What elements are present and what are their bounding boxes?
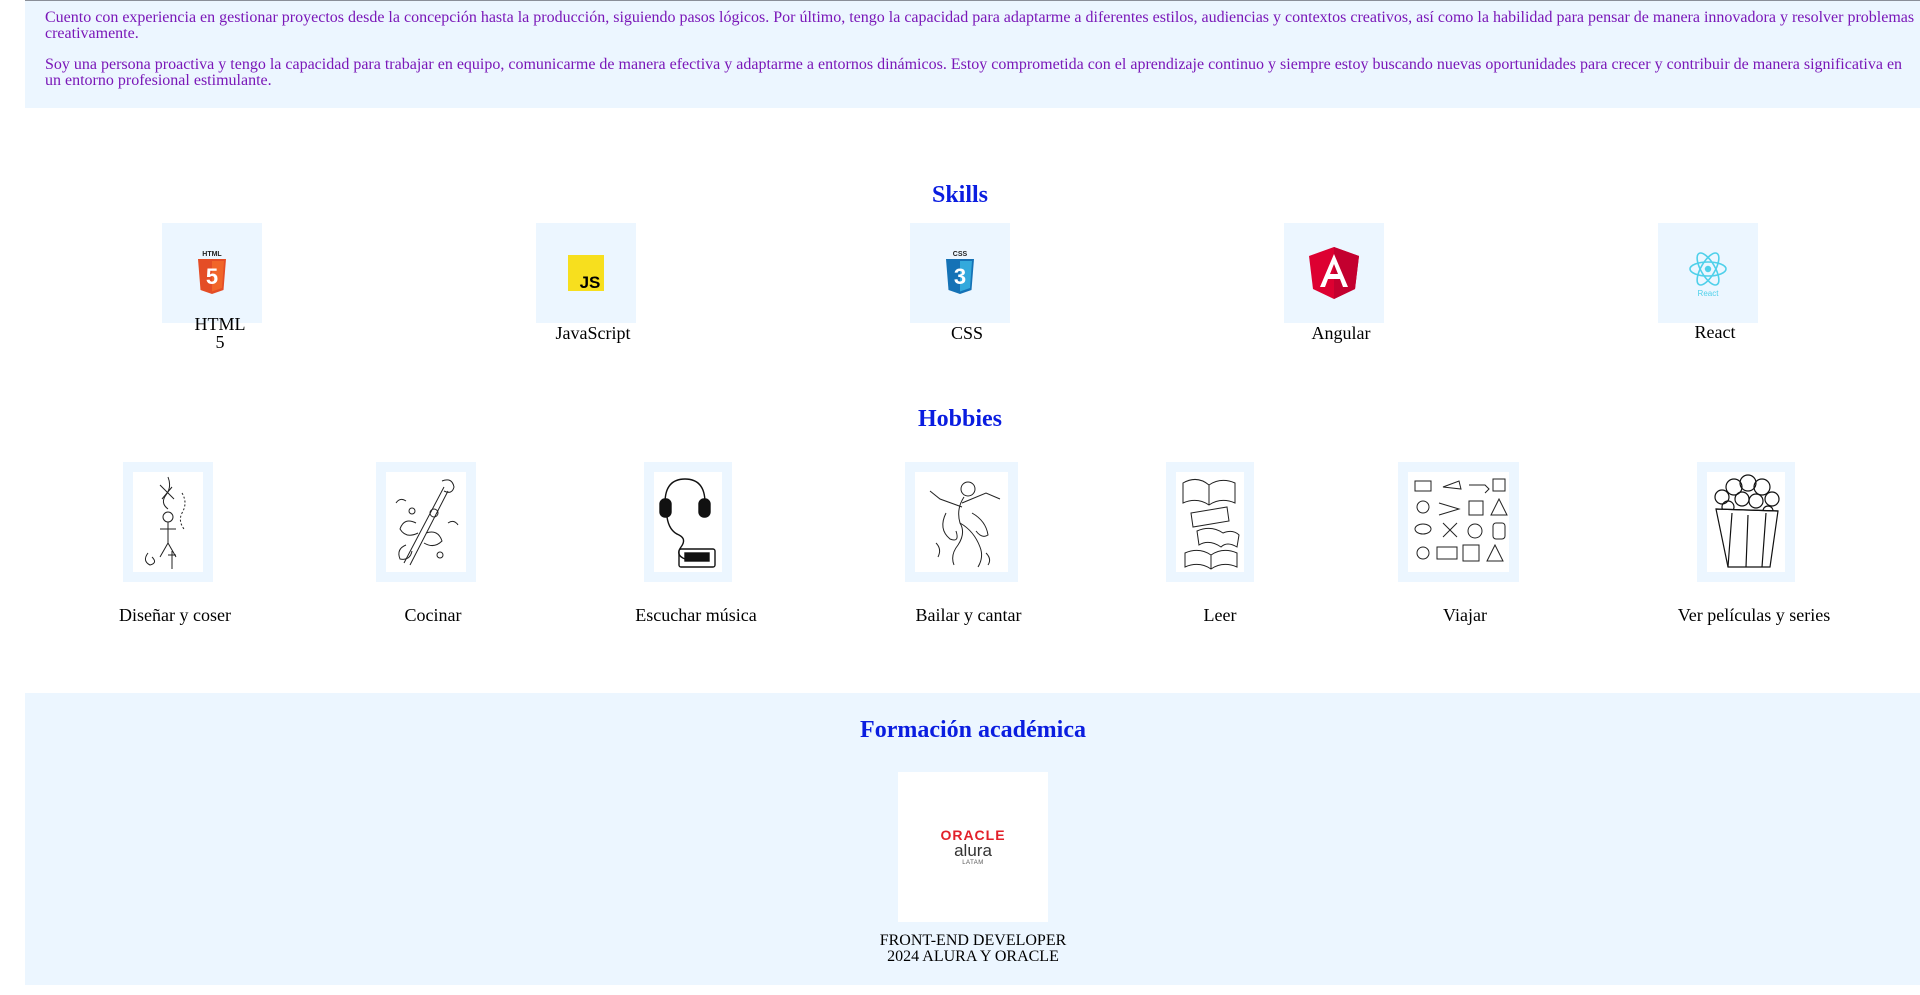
hobby-image-movies	[1697, 462, 1795, 582]
skill-label-angular: Angular	[1311, 323, 1371, 343]
formacion-section: Formación académica ORACLE alura LATAM F…	[25, 693, 1920, 985]
about-paragraph-2: Soy una persona proactiva y tengo la cap…	[45, 56, 1903, 89]
skill-css-logo: CSS 3	[910, 223, 1010, 323]
alura-logo-text: alura	[954, 840, 992, 860]
skill-html-logo: HTML 5	[162, 223, 262, 323]
hobby-image-dance	[905, 462, 1018, 582]
hobby-image-cooking	[376, 462, 476, 582]
popcorn-sketch-icon	[1714, 474, 1780, 568]
css-logo-text: CSS	[953, 251, 968, 258]
hobby-label-travel: Viajar	[1443, 605, 1487, 625]
hobby-image-travel	[1398, 462, 1519, 582]
hobby-label-movies: Ver películas y series	[1677, 605, 1831, 625]
hobby-label-sewing: Diseñar y coser	[119, 605, 231, 625]
cooking-sketch-icon	[395, 479, 459, 566]
react-icon: React	[1689, 252, 1727, 298]
html-logo-text: HTML	[202, 251, 222, 258]
hobby-label-music: Escuchar música	[635, 605, 757, 625]
hobby-image-reading	[1166, 462, 1254, 582]
latam-logo-text: LATAM	[962, 859, 984, 866]
skill-angular-logo	[1284, 223, 1384, 323]
formacion-title: Formación académica	[860, 717, 1086, 743]
hobby-image-sewing	[123, 462, 213, 582]
angular-icon	[1309, 247, 1359, 299]
hobby-label-cooking: Cocinar	[404, 605, 462, 625]
skill-react-logo: React	[1658, 223, 1758, 323]
react-logo-text: React	[1698, 289, 1720, 298]
skills-title: Skills	[931, 182, 989, 208]
about-section: Cuento con experiencia en gestionar proy…	[25, 0, 1920, 108]
oracle-logo-text: ORACLE	[940, 826, 1006, 843]
hobby-label-dance: Bailar y cantar	[915, 605, 1022, 625]
skill-label-react: React	[1694, 322, 1736, 342]
hobbies-title: Hobbies	[917, 406, 1003, 432]
skill-label-html: HTML 5	[194, 314, 246, 352]
books-sketch-icon	[1182, 479, 1240, 570]
skill-label-css: CSS	[950, 323, 984, 343]
certificate-subtitle: 2024 ALURA Y ORACLE	[887, 948, 1059, 965]
skill-javascript-logo: JS	[536, 223, 636, 323]
travel-sketch-icon	[1414, 478, 1508, 562]
hobby-image-music	[644, 462, 732, 582]
certificate-title: FRONT-END DEVELOPER	[879, 932, 1067, 949]
headphones-sketch-icon	[659, 478, 716, 568]
html5-icon: HTML 5	[198, 251, 226, 294]
sewing-sketch-icon	[144, 476, 186, 569]
about-paragraph-1: Cuento con experiencia en gestionar proy…	[45, 9, 1915, 42]
javascript-icon: JS	[568, 255, 604, 291]
svg-text:3: 3	[954, 264, 966, 289]
svg-text:5: 5	[206, 264, 218, 289]
js-logo-text: JS	[580, 273, 601, 291]
skill-label-javascript: JavaScript	[555, 323, 631, 343]
css3-icon: CSS 3	[946, 251, 974, 294]
hobby-label-reading: Leer	[1203, 605, 1237, 625]
certificate-logo: ORACLE alura LATAM	[898, 772, 1048, 922]
dancer-sketch-icon	[929, 481, 1000, 568]
